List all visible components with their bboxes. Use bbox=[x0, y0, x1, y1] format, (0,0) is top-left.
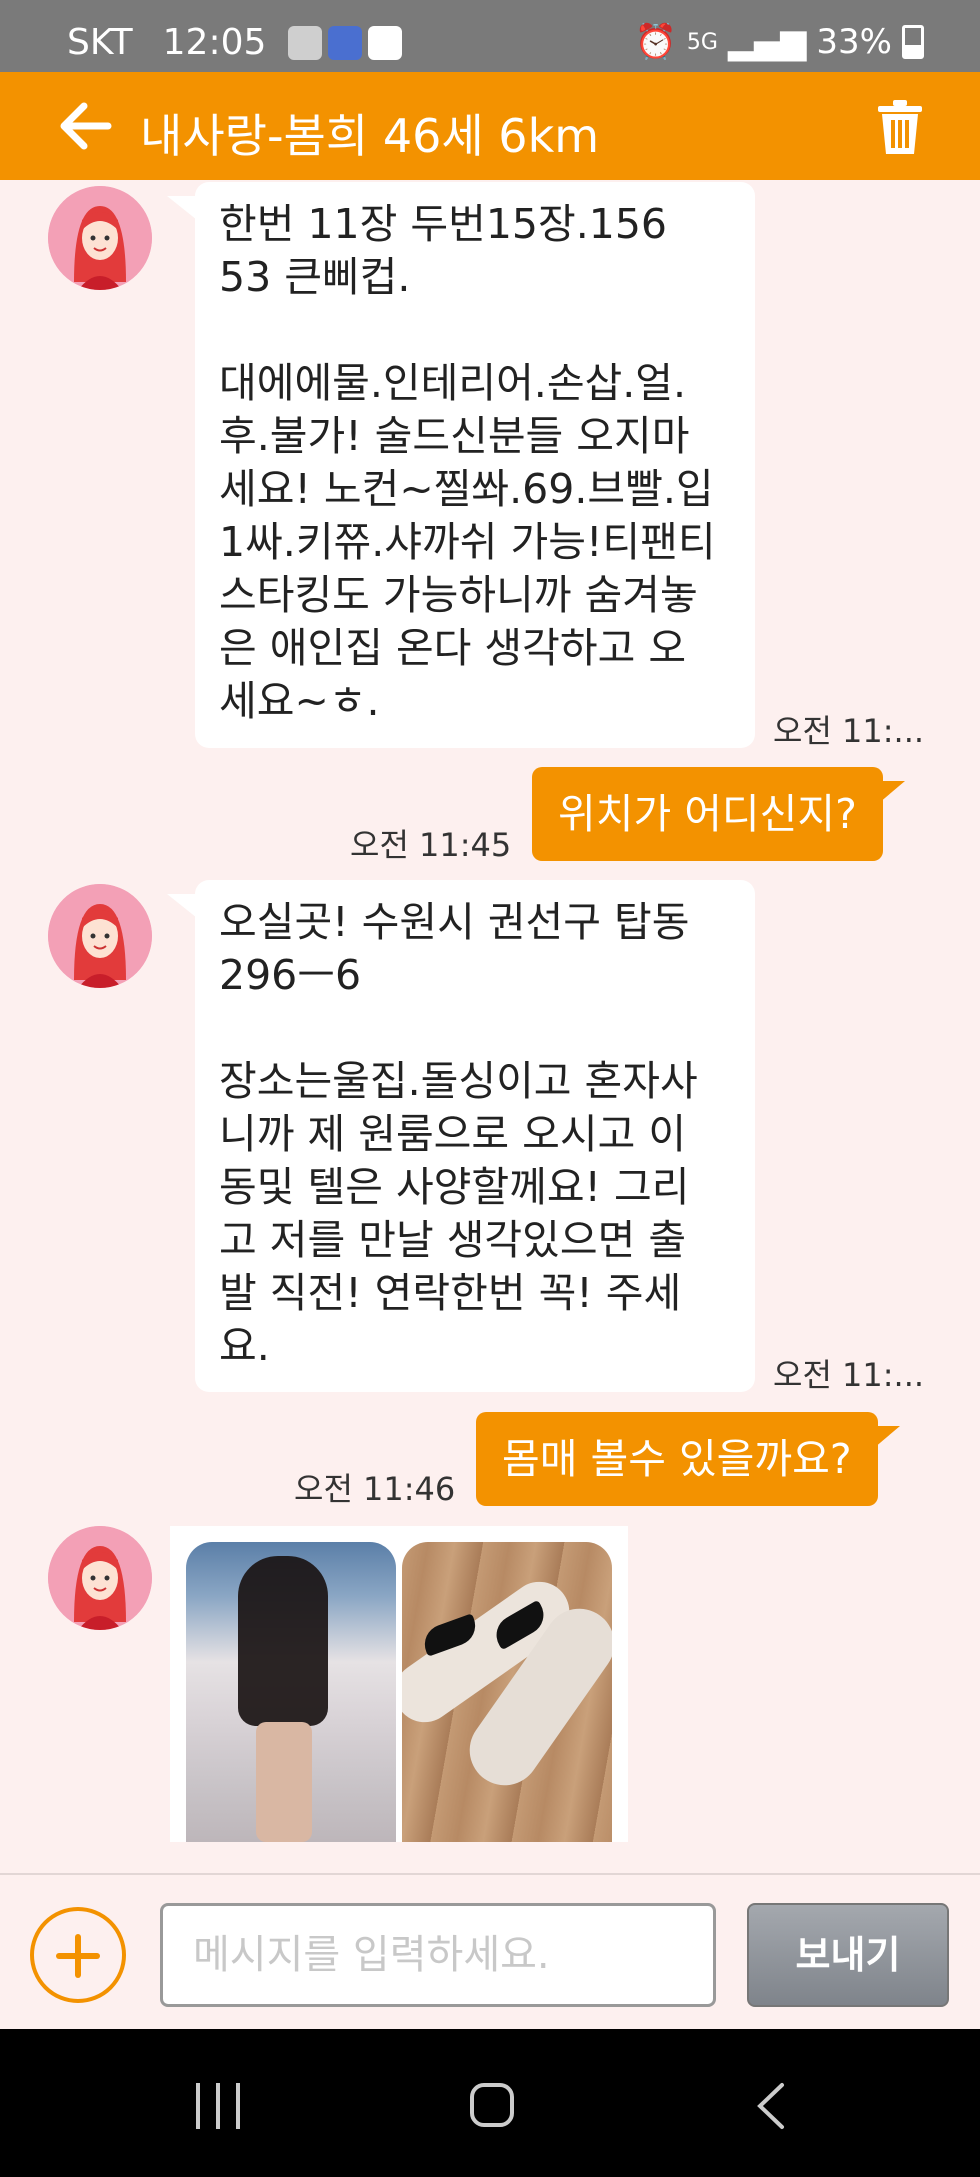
message-line: 고 저를 만날 생각있으면 출 bbox=[219, 1216, 687, 1264]
message-line: 후.불가! 술드신분들 오지마 bbox=[219, 412, 690, 460]
app-notification-icon bbox=[288, 25, 323, 60]
network-label: 5G bbox=[686, 29, 718, 55]
photo-thumbnail[interactable] bbox=[402, 1542, 612, 1842]
message-time: 오전 11:46 bbox=[294, 1470, 456, 1508]
status-right: ⏰ 5G ▂▄▆ 33% bbox=[625, 22, 924, 62]
message-line: 요. bbox=[219, 1322, 270, 1370]
nav-back-icon[interactable] bbox=[750, 2081, 790, 2131]
avatar[interactable] bbox=[48, 1526, 152, 1630]
attach-plus-button[interactable] bbox=[30, 1907, 126, 2003]
outgoing-message-bubble[interactable]: 위치가 어디신지? bbox=[532, 767, 905, 861]
signal-icon: ▂▄▆ bbox=[727, 22, 807, 62]
message-line: 동및 텔은 사양할께요! 그리 bbox=[219, 1163, 690, 1211]
message-composer: 보내기 bbox=[0, 1873, 980, 2031]
w-app-notification-icon bbox=[368, 25, 403, 60]
send-button[interactable]: 보내기 bbox=[747, 1903, 949, 2007]
photo-figure bbox=[256, 1722, 312, 1842]
message-line: 발 직전! 연락한번 꼭! 주세 bbox=[219, 1269, 682, 1317]
message-line: 53 큰삐컵. bbox=[219, 253, 411, 301]
message-line: 한번 11장 두번15장.156 bbox=[219, 200, 668, 248]
home-icon[interactable] bbox=[470, 2083, 514, 2127]
message-time: 오전 11:... bbox=[773, 1356, 925, 1394]
status-left: SKT 12:05 bbox=[67, 22, 403, 63]
incoming-message-bubble[interactable]: 오실곳! 수원시 권선구 탑동 296ㅡ6 장소는울집.돌싱이고 혼자사 니까 … bbox=[167, 880, 755, 1392]
message-input[interactable] bbox=[160, 1903, 716, 2007]
outgoing-message-bubble[interactable]: 몸매 볼수 있을까요? bbox=[476, 1412, 900, 1506]
message-time: 오전 11:... bbox=[773, 712, 925, 750]
incoming-message-bubble[interactable]: 한번 11장 두번15장.156 53 큰삐컵. 대에에물.인테리어.손삽.얼.… bbox=[167, 182, 755, 748]
trash-icon[interactable] bbox=[876, 98, 924, 156]
message-line: 세요~ㅎ. bbox=[219, 677, 380, 725]
battery-icon bbox=[902, 25, 924, 59]
avatar[interactable] bbox=[48, 884, 152, 988]
photo-message[interactable] bbox=[170, 1526, 628, 1842]
carrier-label: SKT bbox=[67, 22, 133, 63]
clock: 12:05 bbox=[162, 22, 267, 63]
battery-percent: 33% bbox=[816, 22, 892, 62]
message-line: 296ㅡ6 bbox=[219, 951, 362, 999]
photo-figure bbox=[238, 1556, 328, 1726]
photo-thumbnail[interactable] bbox=[186, 1542, 396, 1842]
back-arrow-icon[interactable] bbox=[56, 98, 116, 154]
message-time: 오전 11:45 bbox=[350, 826, 512, 864]
message-line: 1싸.키쮸.샤까쉬 가능!티팬티 bbox=[219, 518, 716, 566]
message-line: 니까 제 원룸으로 오시고 이 bbox=[219, 1110, 687, 1158]
avatar-girl-icon bbox=[48, 884, 152, 988]
message-line: 스타킹도 가능하니까 숨겨놓 bbox=[219, 571, 698, 619]
status-bar: SKT 12:05 ⏰ 5G ▂▄▆ 33% bbox=[0, 0, 980, 72]
alarm-icon: ⏰ bbox=[634, 22, 677, 62]
message-line: 세요! 노컨~찔쏴.69.브빨.입 bbox=[219, 465, 714, 513]
message-line: 은 애인집 온다 생각하고 오 bbox=[219, 624, 687, 672]
game-notification-icon bbox=[328, 25, 363, 60]
recent-apps-icon[interactable] bbox=[196, 2083, 244, 2129]
message-line: 대에에물.인테리어.손삽.얼. bbox=[219, 359, 687, 407]
avatar-girl-icon bbox=[48, 1526, 152, 1630]
avatar[interactable] bbox=[48, 186, 152, 290]
chat-header: 내사랑-봄희 46세 6km bbox=[0, 72, 980, 180]
system-nav-bar bbox=[0, 2029, 980, 2177]
chat-title: 내사랑-봄희 46세 6km bbox=[140, 109, 600, 163]
message-line: 장소는울집.돌싱이고 혼자사 bbox=[219, 1057, 698, 1105]
message-line: 오실곳! 수원시 권선구 탑동 bbox=[219, 898, 690, 946]
avatar-girl-icon bbox=[48, 186, 152, 290]
